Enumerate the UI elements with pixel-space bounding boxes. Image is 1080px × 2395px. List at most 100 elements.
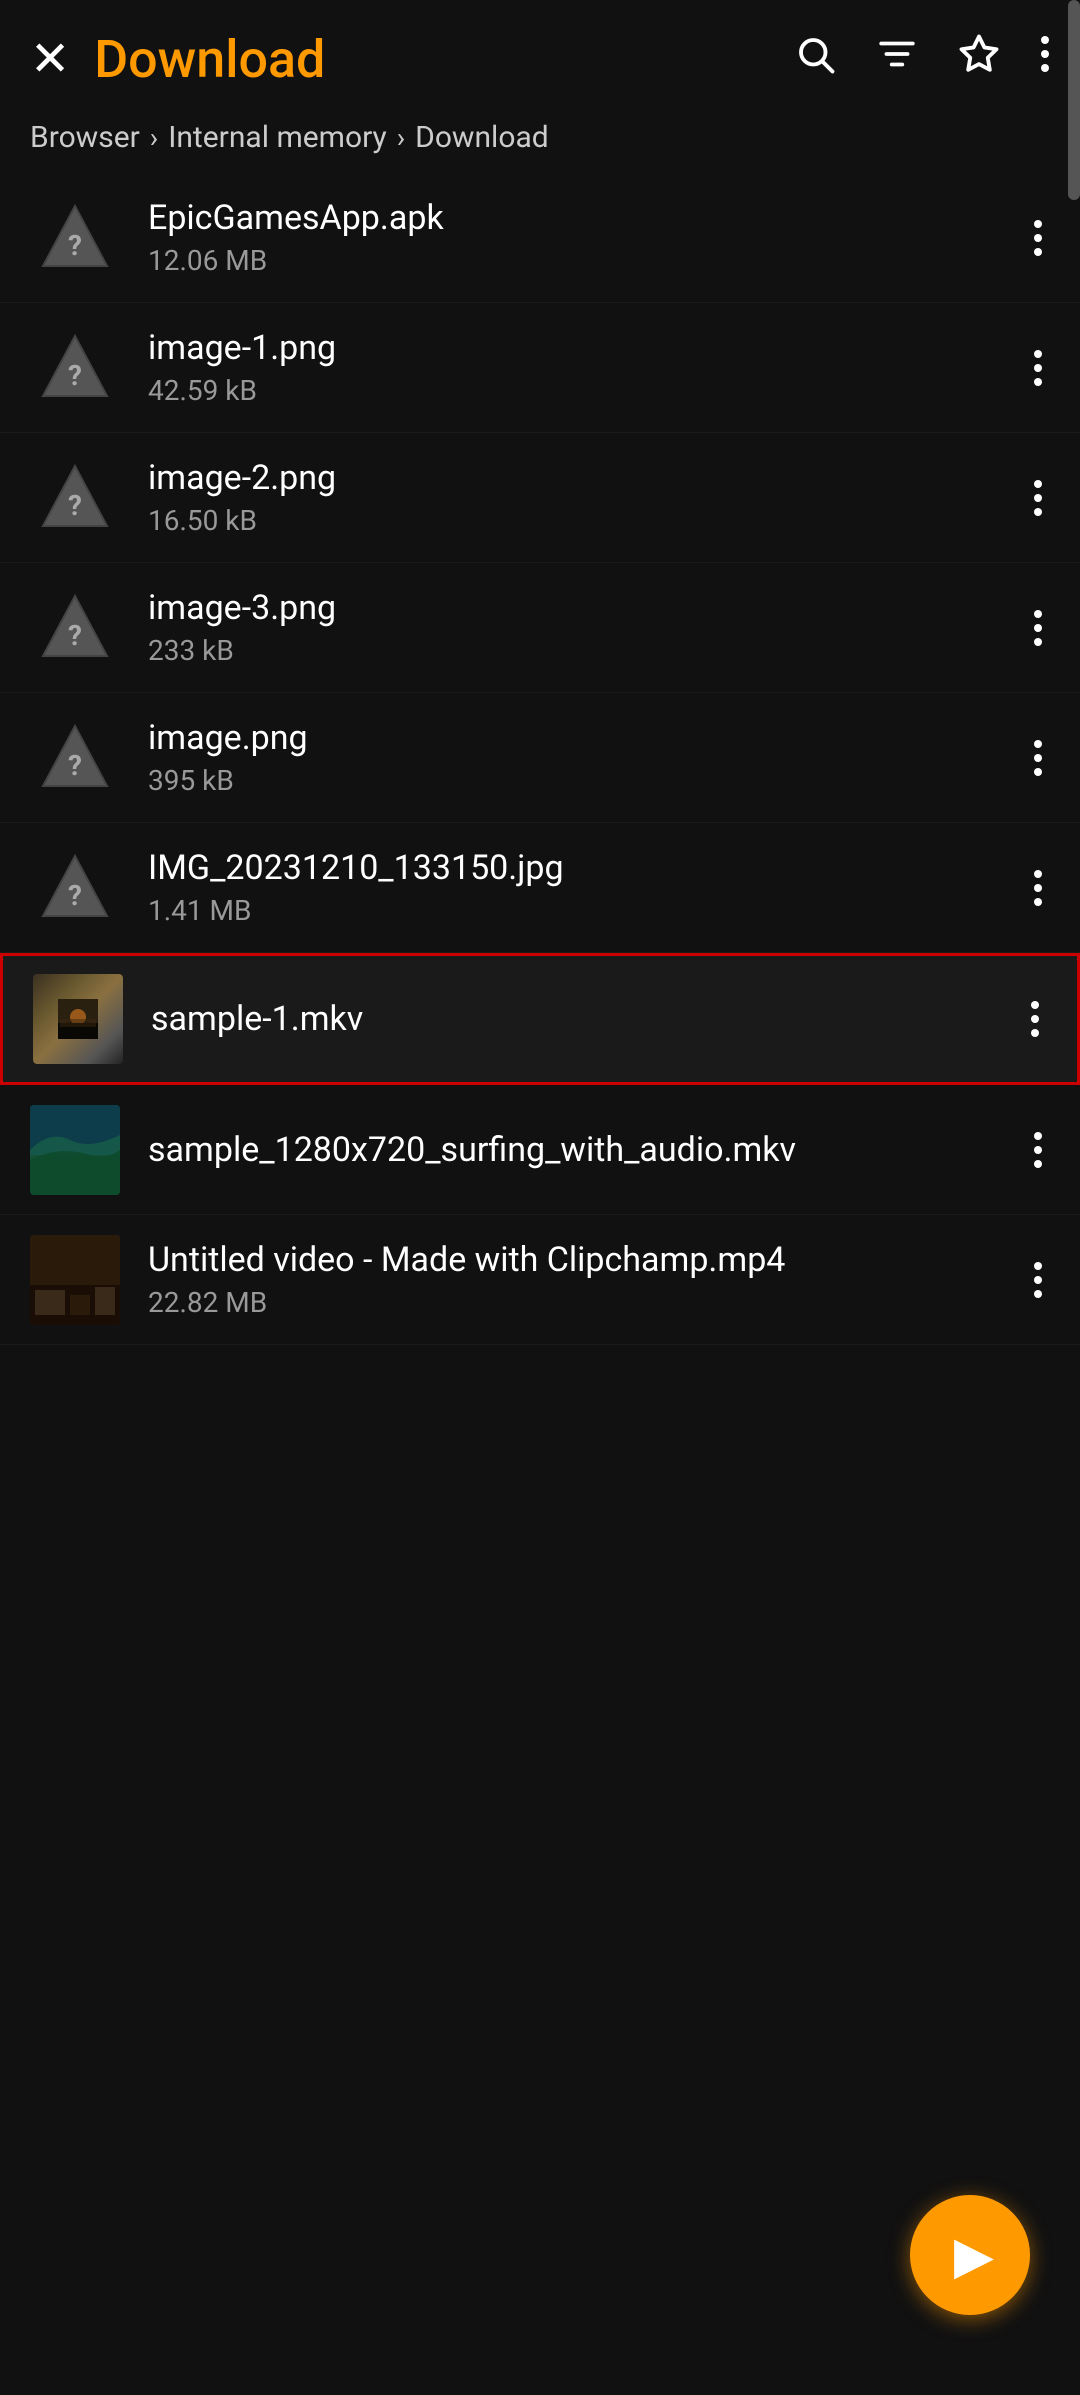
file-size: 16.50 kB [148, 504, 1026, 537]
file-info: image-1.png 42.59 kB [148, 328, 1026, 407]
list-item[interactable]: ? image.png 395 kB [0, 693, 1080, 823]
dot [1034, 378, 1042, 386]
search-icon[interactable] [794, 33, 836, 86]
file-info: sample-1.mkv [151, 999, 1023, 1039]
file-thumbnail: ? [30, 323, 120, 413]
unknown-file-icon: ? [35, 848, 115, 928]
svg-text:?: ? [68, 359, 82, 392]
item-menu-button[interactable] [1023, 993, 1047, 1045]
dot [1034, 480, 1042, 488]
unknown-file-icon: ? [35, 198, 115, 278]
page-title: Download [94, 29, 794, 90]
file-size: 22.82 MB [148, 1286, 1026, 1319]
dot [1034, 1146, 1042, 1154]
breadcrumb-sep-1: › [150, 121, 158, 154]
file-info: IMG_20231210_133150.jpg 1.41 MB [148, 848, 1026, 927]
list-item[interactable]: ? image-1.png 42.59 kB [0, 303, 1080, 433]
dot [1034, 1132, 1042, 1140]
item-menu-button[interactable] [1026, 472, 1050, 524]
file-name: image.png [148, 718, 1026, 758]
item-menu-button[interactable] [1026, 862, 1050, 914]
play-fab-button[interactable]: ▶ [910, 2195, 1030, 2315]
filter-icon[interactable] [876, 33, 918, 86]
file-size: 233 kB [148, 634, 1026, 667]
unknown-file-icon: ? [35, 328, 115, 408]
item-menu-button[interactable] [1026, 1124, 1050, 1176]
dot [1034, 350, 1042, 358]
file-thumbnail [30, 1105, 120, 1195]
file-thumbnail: ? [30, 193, 120, 283]
file-name: sample_1280x720_surfing_with_audio.mkv [148, 1130, 1026, 1170]
file-thumbnail [33, 974, 123, 1064]
file-name: sample-1.mkv [151, 999, 1023, 1039]
file-name: EpicGamesApp.apk [148, 198, 1026, 238]
breadcrumb-internal-memory[interactable]: Internal memory [168, 120, 387, 155]
file-info: EpicGamesApp.apk 12.06 MB [148, 198, 1026, 277]
dot [1034, 898, 1042, 906]
list-item[interactable]: ? EpicGamesApp.apk 12.06 MB [0, 173, 1080, 303]
dot [1031, 1029, 1039, 1037]
dot [1034, 638, 1042, 646]
breadcrumb-download: Download [415, 120, 549, 155]
item-menu-button[interactable] [1026, 1254, 1050, 1306]
breadcrumb-browser[interactable]: Browser [30, 120, 140, 155]
svg-text:?: ? [68, 749, 82, 782]
dot [1034, 740, 1042, 748]
favorites-icon[interactable] [958, 33, 1000, 86]
dot [1034, 220, 1042, 228]
list-item-selected[interactable]: sample-1.mkv [0, 953, 1080, 1085]
file-thumbnail: ? [30, 713, 120, 803]
file-name: Untitled video - Made with Clipchamp.mp4 [148, 1240, 1026, 1280]
file-size: 12.06 MB [148, 244, 1026, 277]
dot [1034, 1276, 1042, 1284]
header-actions [794, 33, 1050, 86]
list-item[interactable]: ? image-3.png 233 kB [0, 563, 1080, 693]
file-size: 395 kB [148, 764, 1026, 797]
item-menu-button[interactable] [1026, 602, 1050, 654]
dot [1034, 234, 1042, 242]
dot [1034, 610, 1042, 618]
file-info: image.png 395 kB [148, 718, 1026, 797]
dot [1034, 870, 1042, 878]
unknown-file-icon: ? [35, 588, 115, 668]
list-item[interactable]: Untitled video - Made with Clipchamp.mp4… [0, 1215, 1080, 1345]
file-thumbnail: ? [30, 453, 120, 543]
file-thumbnail: ? [30, 843, 120, 933]
dot [1034, 248, 1042, 256]
item-menu-button[interactable] [1026, 212, 1050, 264]
file-name: image-1.png [148, 328, 1026, 368]
file-name: image-2.png [148, 458, 1026, 498]
breadcrumb: Browser › Internal memory › Download [0, 110, 1080, 173]
more-options-icon[interactable] [1040, 33, 1050, 86]
dot [1034, 768, 1042, 776]
dot [1034, 494, 1042, 502]
file-info: image-3.png 233 kB [148, 588, 1026, 667]
file-info: Untitled video - Made with Clipchamp.mp4… [148, 1240, 1026, 1319]
svg-text:?: ? [68, 619, 82, 652]
dot [1034, 1160, 1042, 1168]
file-size: 42.59 kB [148, 374, 1026, 407]
item-menu-button[interactable] [1026, 342, 1050, 394]
dot [1034, 624, 1042, 632]
dot [1031, 1001, 1039, 1009]
file-list: ? EpicGamesApp.apk 12.06 MB ? image-1.pn… [0, 173, 1080, 1345]
item-menu-button[interactable] [1026, 732, 1050, 784]
unknown-file-icon: ? [35, 458, 115, 538]
file-info: image-2.png 16.50 kB [148, 458, 1026, 537]
scrollbar[interactable] [1068, 0, 1080, 200]
list-item[interactable]: sample_1280x720_surfing_with_audio.mkv [0, 1085, 1080, 1215]
play-icon: ▶ [954, 2225, 994, 2286]
dot [1034, 754, 1042, 762]
file-thumbnail [30, 1235, 120, 1325]
svg-text:?: ? [68, 879, 82, 912]
list-item[interactable]: ? IMG_20231210_133150.jpg 1.41 MB [0, 823, 1080, 953]
file-info: sample_1280x720_surfing_with_audio.mkv [148, 1130, 1026, 1170]
close-button[interactable]: ✕ [30, 35, 70, 83]
dot [1034, 508, 1042, 516]
header: ✕ Download [0, 0, 1080, 110]
dot [1034, 884, 1042, 892]
dot [1034, 364, 1042, 372]
dot [1034, 1290, 1042, 1298]
list-item[interactable]: ? image-2.png 16.50 kB [0, 433, 1080, 563]
file-name: image-3.png [148, 588, 1026, 628]
